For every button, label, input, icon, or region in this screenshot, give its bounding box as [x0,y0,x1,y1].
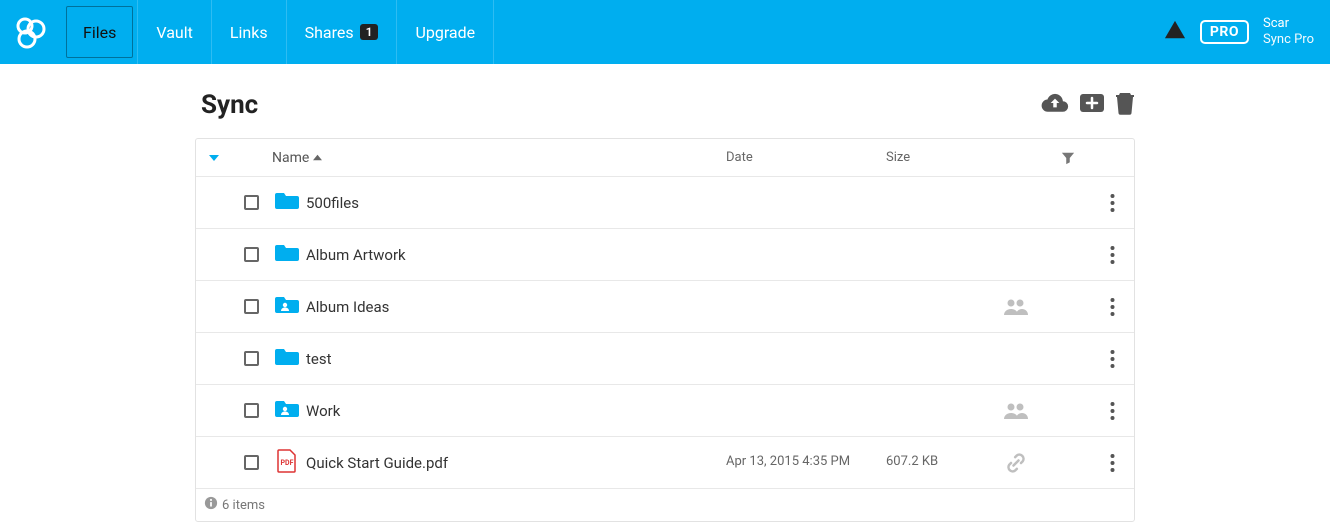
row-actions-menu[interactable] [1090,454,1134,472]
nav-upgrade[interactable]: Upgrade [397,0,494,64]
row-actions-menu[interactable] [1090,246,1134,264]
svg-text:PDF: PDF [281,459,294,467]
user-menu[interactable]: Scar Sync Pro [1263,16,1314,47]
table-row[interactable]: Album Artwork [196,229,1134,281]
main-nav: Files Vault Links Shares 1 Upgrade [62,0,494,64]
nav-shares-label: Shares [305,23,354,42]
row-checkbox[interactable] [244,247,259,262]
item-count: 6 items [222,498,265,513]
shared-indicator-icon [986,298,1046,316]
pdf-file-icon: PDF [277,449,297,477]
file-name[interactable]: Work [304,402,726,420]
folder-icon [275,191,299,215]
page-title: Sync [195,90,1041,120]
file-table: Name Date Size 500files [195,138,1135,522]
file-name[interactable]: 500files [304,194,726,212]
top-navbar: Files Vault Links Shares 1 Upgrade PRO S… [0,0,1330,64]
nav-links[interactable]: Links [212,0,287,64]
table-footer: 6 items [196,489,1134,521]
shared-indicator-icon [986,402,1046,420]
alert-icon[interactable] [1164,19,1186,45]
table-row[interactable]: Work [196,385,1134,437]
row-actions-menu[interactable] [1090,350,1134,368]
page-header: Sync [195,90,1135,120]
user-plan: Sync Pro [1263,32,1314,48]
file-size: 607.2 KB [886,454,986,470]
table-row[interactable]: test [196,333,1134,385]
upload-button[interactable] [1041,91,1069,119]
row-checkbox[interactable] [244,299,259,314]
table-row[interactable]: PDF Quick Start Guide.pdf Apr 13, 2015 4… [196,437,1134,489]
folder-icon [275,243,299,267]
row-checkbox[interactable] [244,403,259,418]
row-checkbox[interactable] [244,455,259,470]
table-row[interactable]: Album Ideas [196,281,1134,333]
trash-button[interactable] [1115,91,1135,119]
new-folder-button[interactable] [1079,91,1105,119]
filter-button[interactable] [1046,151,1090,165]
col-header-size[interactable]: Size [886,150,986,165]
page-actions [1041,91,1135,119]
file-name[interactable]: Quick Start Guide.pdf [304,454,726,472]
nav-shares[interactable]: Shares 1 [287,0,398,64]
info-icon [204,496,218,514]
link-indicator-icon [986,453,1046,473]
main-content: Sync Name Date Size [195,64,1135,522]
row-checkbox[interactable] [244,195,259,210]
file-date: Apr 13, 2015 4:35 PM [726,454,886,470]
file-name[interactable]: test [304,350,726,368]
nav-files[interactable]: Files [66,6,133,58]
app-logo[interactable] [0,0,62,64]
select-all-dropdown[interactable] [196,153,232,163]
nav-shares-badge: 1 [360,24,379,40]
row-actions-menu[interactable] [1090,194,1134,212]
col-header-date[interactable]: Date [726,150,886,165]
row-actions-menu[interactable] [1090,298,1134,316]
file-name[interactable]: Album Artwork [304,246,726,264]
table-row[interactable]: 500files [196,177,1134,229]
nav-vault[interactable]: Vault [137,0,211,64]
row-actions-menu[interactable] [1090,402,1134,420]
table-header: Name Date Size [196,139,1134,177]
top-right: PRO Scar Sync Pro [1164,0,1330,64]
folder-icon [275,347,299,371]
shared-folder-icon [275,295,299,319]
user-name: Scar [1263,16,1314,32]
file-name[interactable]: Album Ideas [304,298,726,316]
row-checkbox[interactable] [244,351,259,366]
pro-badge: PRO [1200,20,1249,44]
col-header-name[interactable]: Name [270,150,726,166]
shared-folder-icon [275,399,299,423]
